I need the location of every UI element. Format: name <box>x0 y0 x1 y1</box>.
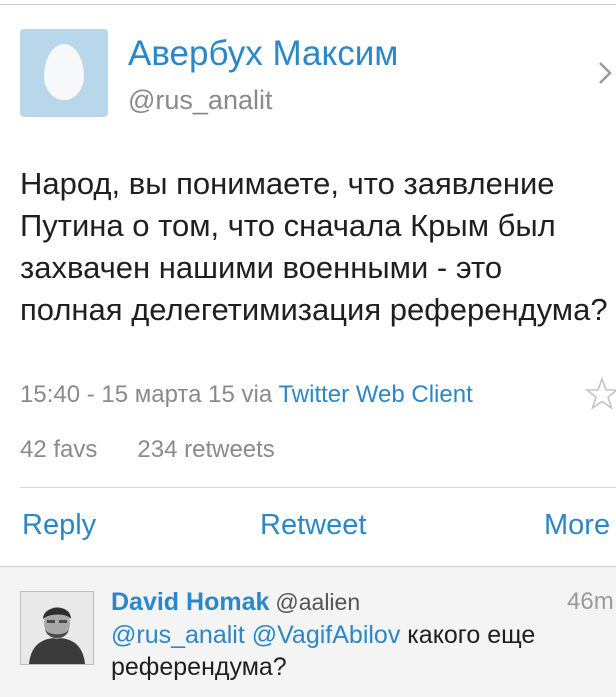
reply-time: 46m <box>567 588 614 615</box>
reply-button[interactable]: Reply <box>22 505 96 545</box>
tweet-meta: 15:40 - 15 марта 15 via Twitter Web Clie… <box>20 377 473 413</box>
mention-link[interactable]: @rus_analit <box>111 621 245 649</box>
reply-text: @rus_analit @VagifAbilov какого еще рефе… <box>111 619 611 683</box>
reply-item[interactable]: David Homak @aalien 46m @rus_analit @Vagi… <box>0 566 616 697</box>
tweet-timestamp: 15:40 - 15 марта 15 <box>20 381 235 408</box>
retweet-button[interactable]: Retweet <box>260 505 366 545</box>
avatar[interactable] <box>20 591 94 665</box>
tweet-stats: 42 favs 234 retweets <box>20 432 275 468</box>
client-link[interactable]: Twitter Web Client <box>278 381 472 408</box>
via-label: via <box>241 381 273 408</box>
reply-author-handle[interactable]: @aalien <box>275 589 360 615</box>
tweet-text: Народ, вы понимаете, что заявление Путин… <box>20 166 608 327</box>
more-button[interactable]: More <box>544 505 610 545</box>
retweets-count[interactable]: 234 retweets <box>137 436 274 463</box>
tweet-author-name[interactable]: Авербух Максим <box>128 30 398 78</box>
star-outline-icon[interactable] <box>585 377 616 411</box>
reply-author[interactable]: David Homak @aalien <box>111 585 360 619</box>
chevron-right-icon[interactable] <box>596 61 616 85</box>
tweet-author-handle[interactable]: @rus_analit <box>128 80 272 120</box>
mention-link[interactable]: @VagifAbilov <box>252 621 401 649</box>
top-divider <box>0 4 616 5</box>
favs-count[interactable]: 42 favs <box>20 436 97 463</box>
reply-author-name[interactable]: David Homak <box>111 588 269 616</box>
actions-divider <box>20 487 616 488</box>
egg-avatar-icon[interactable] <box>20 29 108 117</box>
egg-shape <box>44 44 84 100</box>
